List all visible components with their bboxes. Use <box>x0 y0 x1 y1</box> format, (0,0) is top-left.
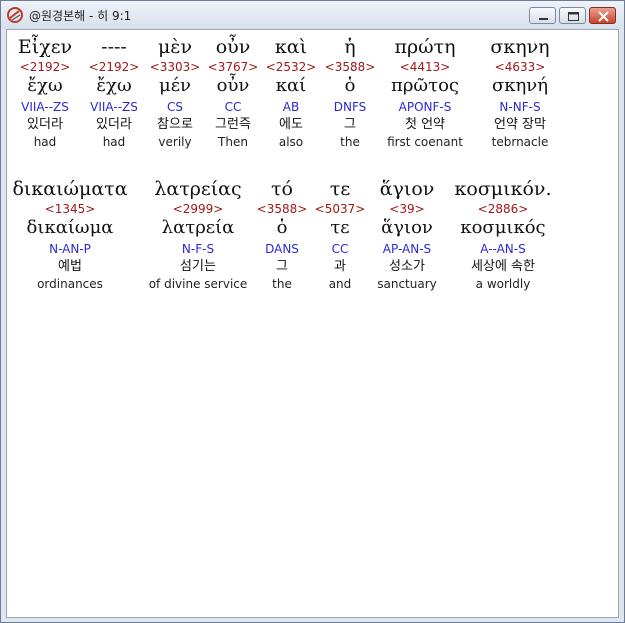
strong-number: <5037> <box>314 202 366 216</box>
english-gloss: of divine service <box>148 277 248 291</box>
strong-number: <4633> <box>494 60 546 74</box>
strong-number: <39> <box>389 202 425 216</box>
interlinear-view[interactable]: Εἶχεν <2192> ἔχω VIIA--ZS 있더라 had ---- <… <box>6 29 619 618</box>
english-gloss: the <box>272 277 292 291</box>
word-block[interactable]: τό <3588> ὁ DANS 그 the <box>252 176 312 292</box>
strong-number: <1345> <box>44 202 96 216</box>
lemma: σκηνή <box>491 75 549 96</box>
minimize-button[interactable] <box>529 7 556 24</box>
greek-word: τε <box>329 178 351 200</box>
english-gloss: sanctuary <box>377 277 437 291</box>
korean-gloss: 첫 언약 <box>404 117 445 132</box>
close-icon <box>598 11 609 22</box>
parsing-code: VIIA--ZS <box>21 100 69 114</box>
greek-word: τό <box>271 178 293 200</box>
greek-word: κοσμικόν. <box>454 178 552 200</box>
word-block[interactable]: πρώτη <4413> πρῶτος APONF-S 첫 언약 first c… <box>377 34 473 150</box>
lemma: ὁ <box>276 217 288 238</box>
korean-gloss: 언약 장막 <box>494 117 546 132</box>
parsing-code: N-F-S <box>181 242 215 256</box>
strong-number: <3588> <box>256 202 308 216</box>
title-bar[interactable]: @원경본해 - 히 9:1 <box>1 1 624 29</box>
strong-number: <2886> <box>477 202 529 216</box>
greek-word: λατρείας <box>154 178 242 200</box>
parsing-code: AP-AN-S <box>382 242 432 256</box>
word-block[interactable]: τε <5037> τε CC 과 and <box>310 176 370 292</box>
lemma: πρῶτος <box>391 75 459 96</box>
word-block[interactable]: δικαιώματα <1345> δικαίωμα N-AN-P 예법 ord… <box>7 176 133 292</box>
lemma: κοσμικός <box>460 217 546 238</box>
greek-word: σκηνη <box>490 36 550 58</box>
english-gloss: ordinances <box>37 277 103 291</box>
korean-gloss: 그 <box>276 259 288 274</box>
korean-gloss: 있더라 <box>27 117 63 132</box>
greek-word: πρώτη <box>394 36 456 58</box>
lemma: τε <box>330 217 350 238</box>
korean-gloss: 성소가 <box>389 259 425 274</box>
word-block[interactable]: λατρείας <2999> λατρεία N-F-S 섬기는 of div… <box>142 176 254 292</box>
english-gloss: tebrnacle <box>491 135 549 149</box>
parsing-code: A--AN-S <box>480 242 526 256</box>
parsing-code: N-NF-S <box>499 100 541 114</box>
korean-gloss: 섬기는 <box>180 259 216 274</box>
minimize-icon <box>539 18 548 20</box>
strong-number: <2999> <box>172 202 224 216</box>
app-logo-icon <box>6 6 24 24</box>
lemma: λατρεία <box>161 217 235 238</box>
maximize-button[interactable] <box>559 7 586 24</box>
parsing-code: APONF-S <box>398 100 452 114</box>
parsing-code: DANS <box>265 242 299 256</box>
greek-word: δικαιώματα <box>12 178 128 200</box>
parsing-code: CC <box>331 242 349 256</box>
lemma: δικαίωμα <box>26 217 114 238</box>
korean-gloss: 예법 <box>58 259 82 274</box>
window-title: @원경본해 - 히 9:1 <box>29 9 132 23</box>
korean-gloss: 과 <box>334 259 346 274</box>
word-block[interactable]: ἅγιον <39> ἅγιον AP-AN-S 성소가 sanctuary <box>365 176 449 292</box>
word-block[interactable]: Εἶχεν <2192> ἔχω VIIA--ZS 있더라 had <box>7 34 83 150</box>
korean-gloss: 세상에 속한 <box>471 259 535 274</box>
maximize-icon <box>568 12 579 21</box>
english-gloss: first coenant <box>387 135 463 149</box>
english-gloss: had <box>33 135 57 149</box>
english-gloss: and <box>328 277 352 291</box>
strong-number: <4413> <box>399 60 451 74</box>
english-gloss: a worldly <box>475 277 531 291</box>
greek-word: ἅγιον <box>379 178 435 200</box>
lemma: ἅγιον <box>381 217 433 238</box>
close-button[interactable] <box>589 7 616 24</box>
app-window: @원경본해 - 히 9:1 Εἶχεν <2192> ἔχω VIIA--ZS … <box>0 0 625 623</box>
lemma: ἔχω <box>27 75 63 96</box>
strong-number: <2192> <box>19 60 71 74</box>
greek-word: Εἶχεν <box>17 36 73 58</box>
word-block[interactable]: κοσμικόν. <2886> κοσμικός A--AN-S 세상에 속한… <box>450 176 556 292</box>
word-block[interactable]: σκηνη <4633> σκηνή N-NF-S 언약 장막 tebrnacl… <box>477 34 563 150</box>
parsing-code: N-AN-P <box>49 242 91 256</box>
